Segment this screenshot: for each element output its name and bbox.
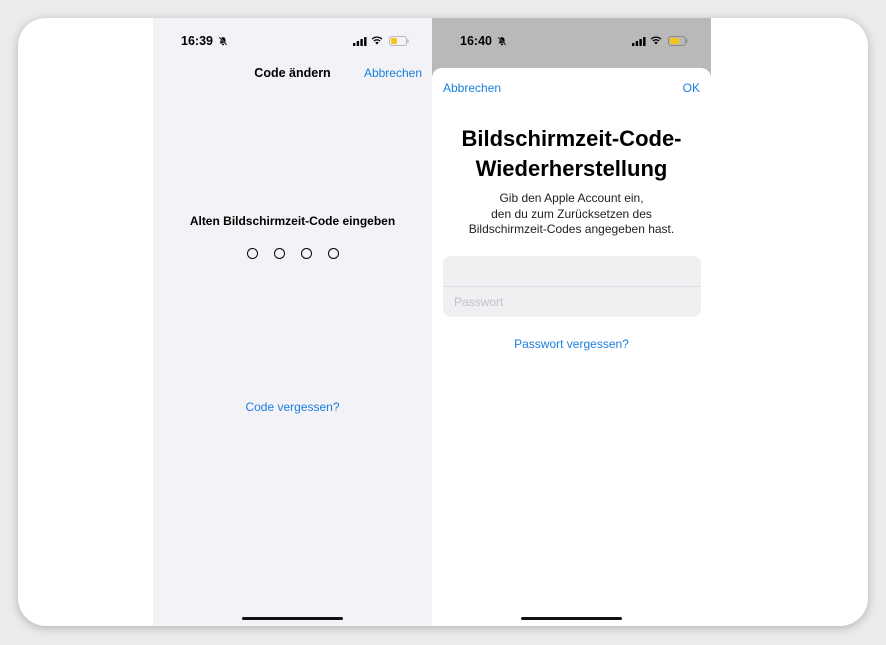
screenshot-frame: 16:39 Code ändern Abbrechen Alten Bildsc… [18, 18, 868, 626]
forgot-password-row: Passwort vergessen? [432, 335, 711, 353]
passcode-prompt: Alten Bildschirmzeit-Code eingeben [189, 214, 396, 228]
left-screen: 16:39 Code ändern Abbrechen Alten Bildsc… [153, 18, 432, 626]
status-time: 16:40 [460, 34, 507, 48]
passcode-dot [273, 248, 285, 259]
passcode-field[interactable] [153, 248, 432, 259]
wifi-icon [371, 36, 383, 45]
apple-account-field[interactable] [443, 256, 701, 286]
battery-icon [389, 36, 409, 46]
forgot-code-row: Code vergessen? [153, 398, 432, 416]
sheet-description: Gib den Apple Account ein, den du zum Zu… [432, 191, 711, 238]
passcode-dot [300, 248, 312, 259]
sheet-cancel-button[interactable]: Abbrechen [443, 81, 501, 95]
wifi-icon [650, 36, 662, 45]
passcode-dot [327, 248, 339, 259]
sheet-title-line: Wiederherstellung [475, 156, 668, 181]
home-indicator[interactable] [521, 616, 622, 620]
status-time: 16:39 [181, 34, 228, 48]
description-line: den du zum Zurücksetzen des [491, 206, 652, 221]
sheet-title-line: Bildschirmzeit-Code- [461, 126, 682, 151]
cellular-signal-icon [632, 37, 646, 46]
status-bar: 16:40 [432, 18, 711, 62]
bell-slash-icon [498, 36, 507, 46]
sheet-ok-button[interactable]: OK [683, 81, 700, 95]
passcode-dot [246, 248, 258, 259]
bell-slash-icon [219, 36, 228, 46]
credentials-form: Passwort [443, 256, 701, 317]
home-indicator[interactable] [242, 616, 343, 620]
status-bar: 16:39 [153, 18, 432, 62]
description-line: Bildschirmzeit-Codes angegeben hast. [468, 222, 675, 236]
time-text: 16:39 [181, 34, 213, 48]
cancel-button[interactable]: Abbrechen [364, 66, 422, 80]
recovery-sheet: Abbrechen OK Bildschirmzeit-Code- Wieder… [432, 68, 711, 626]
description-line: Gib den Apple Account ein, [499, 191, 644, 205]
right-screen: 16:40 Abbrechen OK Bildschirmzeit-Code- … [432, 18, 711, 626]
cellular-signal-icon [353, 37, 367, 46]
battery-icon [668, 36, 688, 46]
sheet-title: Bildschirmzeit-Code- Wiederherstellung [432, 124, 711, 184]
forgot-code-link[interactable]: Code vergessen? [245, 400, 339, 414]
time-text: 16:40 [460, 34, 492, 48]
password-placeholder: Passwort [454, 295, 504, 309]
password-field[interactable]: Passwort [443, 287, 701, 317]
forgot-password-link[interactable]: Passwort vergessen? [514, 337, 629, 351]
